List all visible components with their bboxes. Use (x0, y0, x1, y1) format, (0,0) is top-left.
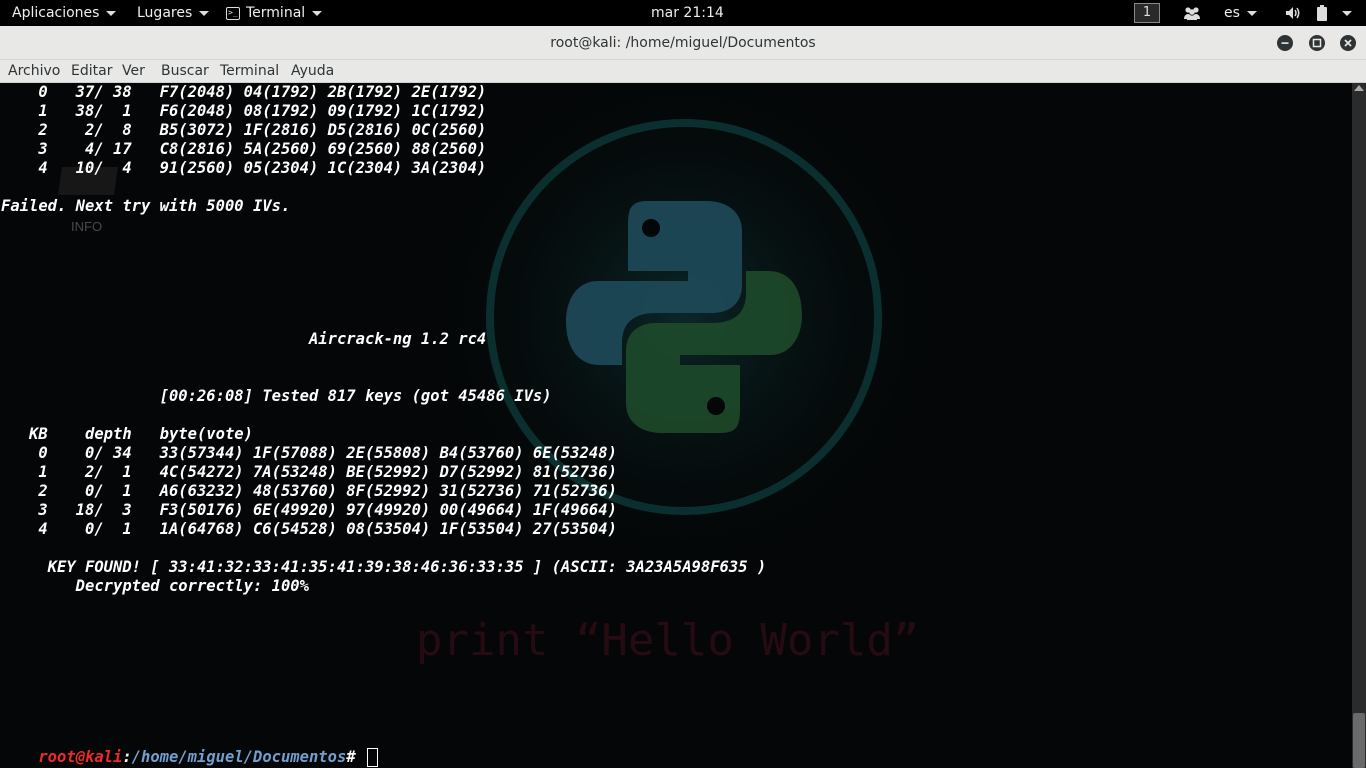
terminal-line: 1 38/ 1 F6(2048) 08(1792) 09(1792) 1C(17… (1, 102, 487, 120)
terminal-line: 2 2/ 8 B5(3072) 1F(2816) D5(2816) 0C(256… (1, 121, 487, 139)
keyboard-layout-label: es (1224, 5, 1240, 21)
battery-icon[interactable] (1316, 0, 1328, 26)
chevron-down-icon (199, 10, 210, 16)
terminal-line: 1 2/ 1 4C(54272) 7A(53248) BE(52992) D7(… (1, 463, 617, 481)
menu-bar: Archivo Editar Ver Buscar Terminal Ayuda (0, 60, 1366, 83)
app-menu-label: Terminal (246, 5, 306, 21)
prompt-line[interactable]: root@kali:/home/miguel/Documentos# (1, 729, 378, 767)
terminal-line: KEY FOUND! [ 33:41:32:33:41:35:41:39:38:… (1, 558, 767, 576)
clock[interactable]: mar 21:14 (651, 0, 724, 26)
menu-buscar[interactable]: Buscar (161, 60, 209, 82)
workspace-number: 1 (1134, 3, 1160, 23)
terminal-line: Aircrack-ng 1.2 rc4 (1, 330, 487, 348)
terminal-line: 3 18/ 3 F3(50176) 6E(49920) 97(49920) 00… (1, 501, 617, 519)
terminal-icon: >_ (226, 6, 240, 20)
scroll-up-icon[interactable] (1354, 85, 1364, 91)
info-desktop-label: INFO (71, 219, 103, 234)
places-label: Lugares (137, 5, 193, 21)
top-panel: Aplicaciones Lugares >_ Terminal mar 21:… (0, 0, 1366, 26)
terminal-view[interactable]: print “Hello World” INFO 0 37/ 38 F7(204… (0, 83, 1352, 768)
scrollbar-thumb[interactable] (1353, 713, 1365, 768)
chevron-down-icon (106, 10, 117, 16)
app-menu[interactable]: >_ Terminal (226, 0, 323, 26)
terminal-line: Failed. Next try with 5000 IVs. (1, 197, 291, 215)
wallpaper-print: print “Hello World” (416, 615, 919, 666)
volume-icon[interactable] (1285, 0, 1302, 26)
menu-archivo[interactable]: Archivo (8, 60, 60, 82)
scrollbar-track[interactable] (1352, 83, 1366, 768)
system-menu[interactable] (1335, 0, 1352, 26)
prompt-user-host: root@kali (38, 748, 123, 766)
prompt-separator: : (122, 748, 132, 766)
keyboard-layout-menu[interactable]: es (1224, 0, 1257, 26)
terminal-line: 2 0/ 1 A6(63232) 48(53760) 8F(52992) 31(… (1, 482, 617, 500)
people-icon[interactable] (1183, 0, 1201, 26)
window-title: root@kali: /home/miguel/Documentos (550, 35, 816, 51)
close-button[interactable] (1340, 35, 1356, 51)
terminal-line: 3 4/ 17 C8(2816) 5A(2560) 69(2560) 88(25… (1, 140, 487, 158)
menu-ayuda[interactable]: Ayuda (291, 60, 334, 82)
terminal-line: 4 0/ 1 1A(64768) C6(54528) 08(53504) 1F(… (1, 520, 617, 538)
terminal-line: 0 37/ 38 F7(2048) 04(1792) 2B(1792) 2E(1… (1, 83, 487, 101)
chevron-down-icon (1246, 10, 1257, 16)
prompt-path: /home/miguel/Documentos (131, 748, 347, 766)
menu-ver[interactable]: Ver (122, 60, 145, 82)
menu-editar[interactable]: Editar (71, 60, 112, 82)
minimize-button[interactable] (1277, 35, 1293, 51)
menu-terminal[interactable]: Terminal (220, 60, 279, 82)
prompt-symbol: # (346, 748, 365, 766)
terminal-line: KB depth byte(vote) (1, 425, 253, 443)
terminal-line: Decrypted correctly: 100% (1, 577, 309, 595)
clock-label: mar 21:14 (651, 5, 724, 21)
applications-label: Aplicaciones (12, 5, 100, 21)
chevron-down-icon (1342, 10, 1352, 16)
text-cursor (366, 748, 378, 767)
terminal-line: 0 0/ 34 33(57344) 1F(57088) 2E(55808) B4… (1, 444, 617, 462)
window-titlebar[interactable]: root@kali: /home/miguel/Documentos (0, 26, 1366, 60)
terminal-line: 4 10/ 4 91(2560) 05(2304) 1C(2304) 3A(23… (1, 159, 487, 177)
places-menu[interactable]: Lugares (137, 0, 210, 26)
applications-menu[interactable]: Aplicaciones (12, 0, 117, 26)
maximize-button[interactable] (1309, 35, 1325, 51)
chevron-down-icon (312, 10, 323, 16)
workspace-indicator[interactable]: 1 (1134, 0, 1160, 26)
terminal-line: [00:26:08] Tested 817 keys (got 45486 IV… (1, 387, 552, 405)
